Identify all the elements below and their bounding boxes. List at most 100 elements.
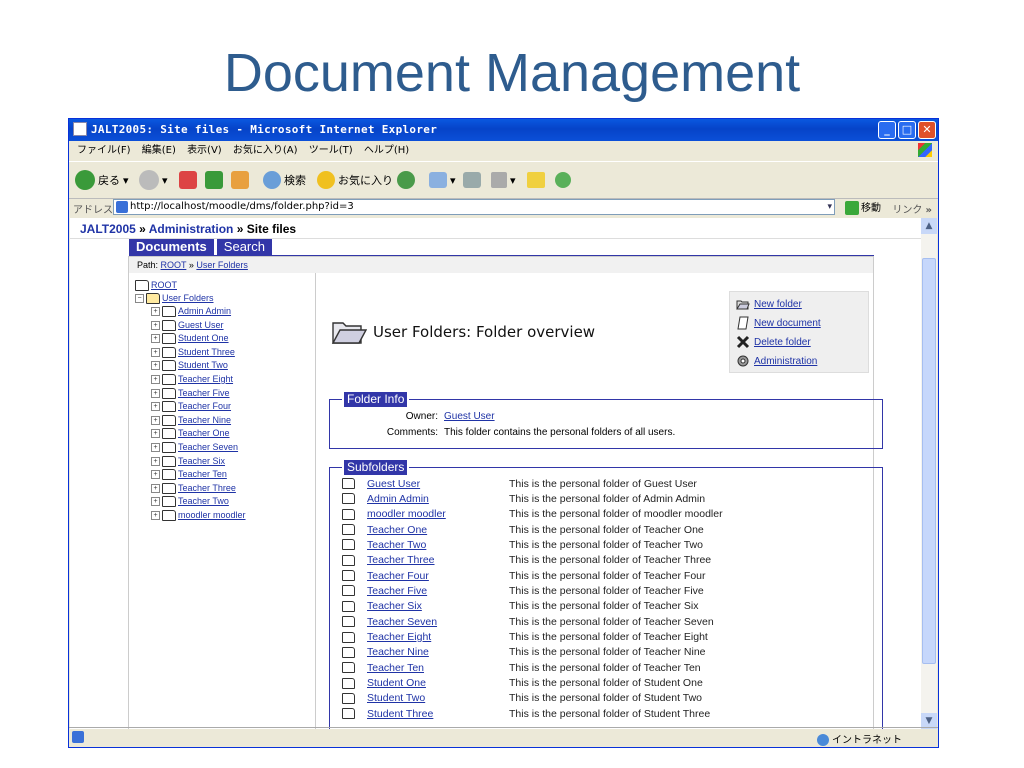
subfolder-link[interactable]: Teacher Five: [367, 585, 509, 597]
tab-search[interactable]: Search: [216, 239, 272, 255]
history-button[interactable]: [397, 168, 415, 192]
menu-favorites[interactable]: お気に入り(A): [233, 145, 298, 156]
tree-item-root[interactable]: ROOT: [135, 279, 177, 292]
subfolder-link[interactable]: Guest User: [367, 478, 509, 490]
folder-icon: [342, 508, 355, 520]
tree-item[interactable]: + Student One: [151, 332, 229, 345]
path-root-link[interactable]: ROOT: [161, 260, 187, 270]
zone-indicator: イントラネット: [817, 731, 902, 746]
administration-action[interactable]: Administration: [736, 353, 817, 369]
breadcrumb-admin[interactable]: Administration: [149, 222, 234, 236]
owner-link[interactable]: Guest User: [444, 411, 495, 422]
folder-icon: [342, 478, 355, 489]
subfolder-link[interactable]: Teacher One: [367, 524, 509, 536]
refresh-button[interactable]: [205, 168, 223, 192]
subfolder-link[interactable]: Admin Admin: [367, 493, 509, 505]
tree-item[interactable]: + Teacher Nine: [151, 414, 231, 427]
expand-icon[interactable]: +: [151, 388, 160, 398]
tree-item[interactable]: + Teacher Four: [151, 400, 231, 413]
subfolder-link[interactable]: Teacher Eight: [367, 631, 509, 643]
scroll-thumb[interactable]: [922, 258, 936, 664]
expand-icon[interactable]: +: [151, 307, 160, 316]
links-button[interactable]: リンク »: [892, 201, 932, 216]
subfolder-link[interactable]: moodler moodler: [367, 508, 509, 520]
expand-icon[interactable]: +: [151, 375, 160, 384]
subfolder-link[interactable]: Teacher Ten: [367, 662, 509, 674]
tree-item[interactable]: + Teacher Ten: [151, 468, 227, 481]
menu-help[interactable]: ヘルプ(H): [364, 145, 409, 156]
go-button[interactable]: 移動: [845, 199, 881, 215]
expand-icon[interactable]: +: [151, 443, 160, 452]
subfolder-link[interactable]: Teacher Three: [367, 554, 509, 566]
home-button[interactable]: [231, 168, 249, 192]
expand-icon[interactable]: +: [151, 402, 160, 412]
menu-tools[interactable]: ツール(T): [309, 145, 353, 156]
vertical-scrollbar[interactable]: ▲ ▼: [921, 218, 937, 729]
subfolder-description: This is the personal folder of Student T…: [509, 692, 702, 705]
tree-item[interactable]: + Teacher Seven: [151, 441, 238, 454]
tree-item[interactable]: + Guest User: [151, 319, 224, 332]
tree-item[interactable]: + Student Two: [151, 359, 228, 372]
search-button[interactable]: 検索: [263, 168, 306, 192]
tree-item-user-folders[interactable]: − User Folders: [135, 292, 214, 305]
tree-item[interactable]: + Teacher Five: [151, 387, 230, 400]
delete-folder-action[interactable]: Delete folder: [736, 334, 811, 350]
expand-icon[interactable]: +: [151, 334, 160, 344]
expand-icon[interactable]: +: [151, 483, 160, 493]
tree-item[interactable]: + Student Three: [151, 346, 235, 359]
tree-item[interactable]: + Teacher One: [151, 427, 230, 440]
subfolder-link[interactable]: Teacher Six: [367, 600, 509, 612]
tree-item[interactable]: + Admin Admin: [151, 305, 231, 318]
discuss-button[interactable]: [527, 168, 545, 192]
messenger-button[interactable]: [555, 168, 571, 192]
expand-icon[interactable]: +: [151, 456, 160, 466]
close-button[interactable]: ✕: [918, 121, 936, 139]
subfolder-link[interactable]: Teacher Two: [367, 539, 509, 551]
favorites-button[interactable]: お気に入り: [317, 168, 393, 192]
subfolder-link[interactable]: Student Three: [367, 708, 509, 720]
subfolder-description: This is the personal folder of Teacher S…: [509, 600, 699, 613]
subfolder-link[interactable]: Teacher Four: [367, 570, 509, 582]
mail-button[interactable]: ▾: [429, 168, 456, 192]
address-input[interactable]: http://localhost/moodle/dms/folder.php?i…: [113, 199, 835, 215]
subfolder-link[interactable]: Teacher Nine: [367, 646, 509, 658]
tree-item[interactable]: + Teacher Two: [151, 495, 229, 508]
expand-icon[interactable]: +: [151, 361, 160, 371]
expand-icon[interactable]: +: [151, 497, 160, 507]
subfolder-link[interactable]: Student One: [367, 677, 509, 689]
menu-file[interactable]: ファイル(F): [77, 145, 131, 156]
forward-button[interactable]: ▾: [139, 168, 168, 192]
edit-button[interactable]: ▾: [491, 168, 516, 192]
dropdown-icon[interactable]: ▾: [827, 200, 832, 214]
subfolder-description: This is the personal folder of Teacher T…: [509, 538, 703, 551]
expand-icon[interactable]: +: [151, 429, 160, 439]
new-document-action[interactable]: New document: [736, 315, 821, 331]
expand-icon[interactable]: +: [151, 470, 160, 480]
tree-item[interactable]: + Teacher Three: [151, 482, 236, 495]
scroll-up-icon[interactable]: ▲: [921, 218, 937, 234]
expand-icon[interactable]: +: [151, 415, 160, 425]
print-button[interactable]: [463, 168, 481, 192]
tree-item[interactable]: + Teacher Six: [151, 455, 225, 468]
folder-icon: [527, 172, 545, 188]
expand-icon[interactable]: +: [151, 320, 160, 330]
subfolder-link[interactable]: Student Two: [367, 692, 509, 704]
path-current-link[interactable]: User Folders: [196, 260, 248, 270]
open-folder-icon: [331, 322, 367, 344]
minimize-button[interactable]: _: [878, 121, 896, 139]
tab-documents[interactable]: Documents: [129, 239, 214, 255]
breadcrumb-site[interactable]: JALT2005: [80, 222, 136, 236]
expand-icon[interactable]: +: [151, 347, 160, 357]
menu-edit[interactable]: 編集(E): [142, 145, 176, 156]
back-button[interactable]: 戻る ▾: [75, 168, 129, 192]
menu-view[interactable]: 表示(V): [187, 145, 222, 156]
tree-item[interactable]: + moodler moodler: [151, 509, 246, 522]
folder-panel: Path: ROOT » User Folders ROOT − User Fol…: [128, 256, 883, 729]
tree-item[interactable]: + Teacher Eight: [151, 373, 233, 386]
collapse-icon[interactable]: −: [135, 294, 144, 303]
subfolder-link[interactable]: Teacher Seven: [367, 616, 509, 628]
expand-icon[interactable]: +: [151, 511, 160, 520]
maximize-button[interactable]: □: [898, 121, 916, 139]
new-folder-action[interactable]: New folder: [736, 296, 802, 312]
stop-button[interactable]: [179, 168, 197, 192]
